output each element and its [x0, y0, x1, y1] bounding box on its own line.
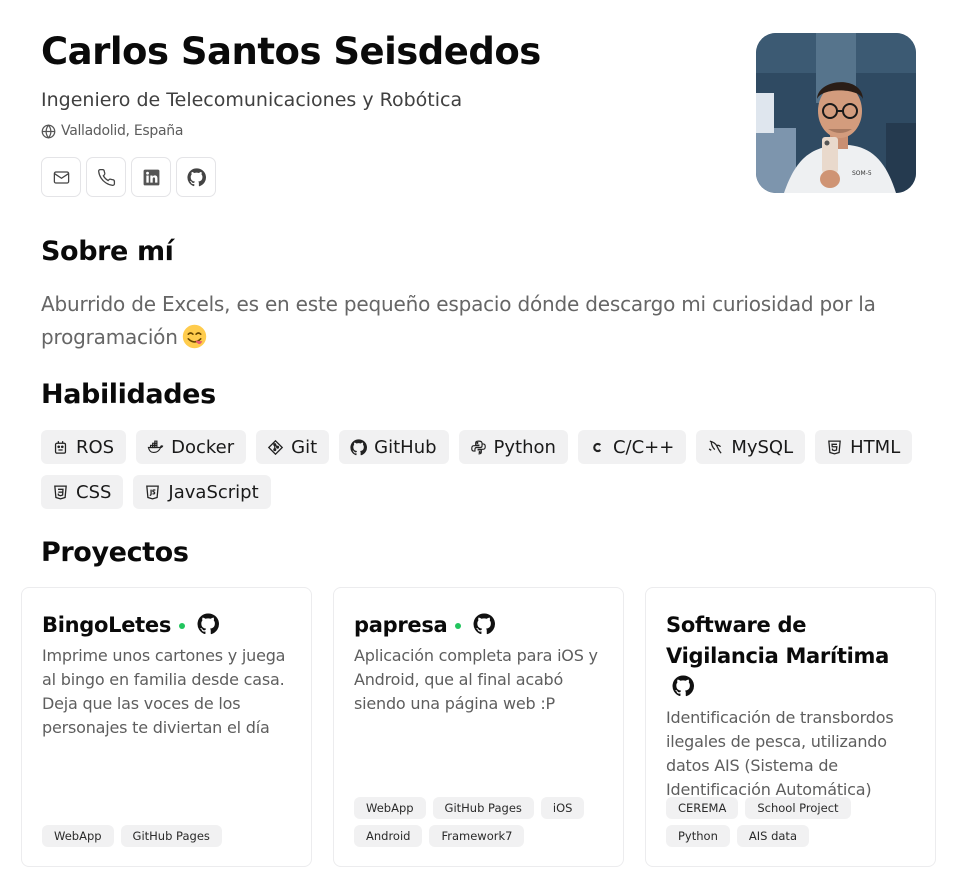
- profile-location: Valladolid, España: [41, 123, 741, 139]
- profile-role: Ingeniero de Telecomunicaciones y Robóti…: [41, 89, 463, 111]
- live-status-dot: [455, 623, 462, 629]
- skill-html: HTML: [815, 430, 913, 464]
- about-body: Aburrido de Excels, es en este pequeño e…: [41, 292, 876, 349]
- tag: GitHub Pages: [120, 825, 222, 847]
- tag: Python: [666, 825, 730, 847]
- face-savoring-food-emoji: [182, 324, 206, 349]
- project-tags: WebApp GitHub Pages iOS Android Framewor…: [354, 797, 603, 847]
- projects-grid: BingoLetes Imprime unos cartones y juega…: [21, 587, 936, 867]
- linkedin-button[interactable]: [131, 157, 171, 197]
- phone-icon: [97, 168, 115, 186]
- project-card-bingoletes[interactable]: BingoLetes Imprime unos cartones y juega…: [21, 587, 312, 867]
- robot-icon: [54, 440, 67, 454]
- skill-label: HTML: [850, 436, 901, 458]
- profile-header: Carlos Santos Seisdedos Ingeniero de Tel…: [41, 30, 741, 197]
- skill-label: Git: [291, 436, 318, 458]
- skill-label: GitHub: [374, 436, 437, 458]
- svg-text:SOM-5: SOM-5: [852, 170, 872, 177]
- email-button[interactable]: [41, 157, 81, 197]
- skills-heading: Habilidades: [41, 379, 216, 410]
- tag: WebApp: [42, 825, 114, 847]
- project-tags: WebApp GitHub Pages: [42, 825, 291, 847]
- tag: GitHub Pages: [432, 797, 534, 819]
- skills-list: ROS Docker Git GitHub Python C/C++ MySQL…: [41, 430, 921, 509]
- github-icon[interactable]: [197, 613, 220, 635]
- skill-github: GitHub: [339, 430, 449, 464]
- skill-docker: Docker: [136, 430, 247, 464]
- project-description: Aplicación completa para iOS y Android, …: [354, 646, 598, 713]
- mysql-icon: [709, 440, 722, 454]
- c-icon: [593, 442, 602, 452]
- project-title-text: Software de Vigilancia Marítima: [666, 613, 889, 668]
- html5-icon: [828, 439, 842, 455]
- skill-mysql: MySQL: [696, 430, 806, 464]
- skill-label: CSS: [76, 481, 112, 503]
- tag: CEREMA: [666, 797, 739, 819]
- project-title: papresa: [354, 610, 603, 641]
- tag: Framework7: [429, 825, 525, 847]
- project-title-text: BingoLetes: [42, 613, 172, 637]
- avatar: SOM-5: [756, 33, 916, 193]
- skill-label: MySQL: [731, 436, 794, 458]
- phone-button[interactable]: [86, 157, 126, 197]
- profile-photo: SOM-5: [756, 33, 916, 193]
- skill-ros: ROS: [41, 430, 127, 464]
- project-title-text: papresa: [354, 613, 448, 637]
- globe-icon: [41, 123, 56, 139]
- css3-icon: [54, 484, 67, 500]
- project-title: Software de Vigilancia Marítima: [666, 610, 915, 703]
- tag: Android: [354, 825, 423, 847]
- skill-javascript: JavaScript: [133, 475, 271, 509]
- live-status-dot: [179, 623, 186, 629]
- project-description: Identificación de transbordos ilegales d…: [666, 708, 894, 799]
- github-button[interactable]: [176, 157, 216, 197]
- skill-css: CSS: [41, 475, 124, 509]
- skill-cpp: C/C++: [577, 430, 687, 464]
- mail-icon: [53, 170, 69, 184]
- git-icon: [268, 439, 284, 455]
- python-icon: [470, 440, 486, 454]
- project-card-vigilancia-maritima[interactable]: Software de Vigilancia Marítima Identifi…: [645, 587, 936, 867]
- project-description: Imprime unos cartones y juega al bingo e…: [42, 646, 286, 737]
- skill-label: JavaScript: [168, 481, 259, 503]
- tag: School Project: [745, 797, 851, 819]
- github-icon[interactable]: [672, 675, 694, 697]
- linkedin-icon: [143, 169, 159, 185]
- location-label: Valladolid, España: [61, 123, 184, 139]
- about-heading: Sobre mí: [41, 236, 174, 267]
- contact-buttons: [41, 157, 741, 197]
- about-text: Aburrido de Excels, es en este pequeño e…: [41, 288, 901, 354]
- github-icon[interactable]: [473, 613, 496, 635]
- project-card-papresa[interactable]: papresa Aplicación completa para iOS y A…: [333, 587, 624, 867]
- skill-label: ROS: [76, 436, 115, 458]
- projects-heading: Proyectos: [41, 537, 189, 568]
- github-icon: [186, 167, 206, 186]
- tag: iOS: [540, 797, 585, 819]
- github-icon: [350, 438, 368, 455]
- skill-label: Python: [493, 436, 556, 458]
- tag: WebApp: [354, 797, 426, 819]
- project-tags: CEREMA School Project Python AIS data: [666, 797, 915, 847]
- skill-python: Python: [458, 430, 568, 464]
- profile-name: Carlos Santos Seisdedos: [41, 30, 541, 73]
- docker-icon: [147, 440, 164, 453]
- skill-label: Docker: [171, 436, 235, 458]
- skill-label: C/C++: [612, 436, 675, 458]
- tag: AIS data: [736, 825, 809, 847]
- project-title: BingoLetes: [42, 610, 291, 641]
- javascript-icon: [146, 484, 160, 500]
- skill-git: Git: [256, 430, 330, 464]
